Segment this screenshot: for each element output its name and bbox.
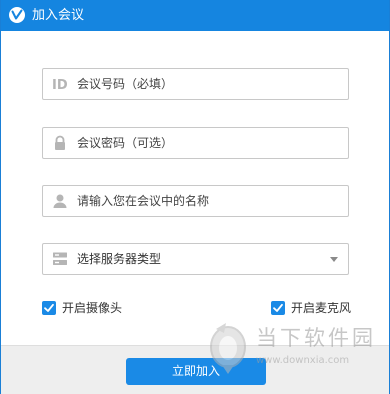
- camera-option[interactable]: 开启摄像头: [42, 301, 142, 317]
- title-bar[interactable]: 加入会议: [1, 0, 389, 31]
- watermark-url: www.downxia.com: [256, 355, 350, 366]
- svg-text:ID: ID: [52, 78, 68, 92]
- watermark-title: 当下软件园: [256, 326, 376, 350]
- app-logo-icon: [9, 7, 25, 23]
- microphone-label: 开启麦克风: [291, 301, 352, 315]
- id-icon: ID: [52, 78, 68, 92]
- meeting-id-field[interactable]: ID: [42, 68, 349, 100]
- microphone-option[interactable]: 开启麦克风: [271, 301, 361, 317]
- display-name-field[interactable]: [42, 185, 349, 217]
- lock-icon: [55, 135, 65, 150]
- camera-checkbox[interactable]: [42, 301, 56, 315]
- join-meeting-dialog: 加入会议 ID 选择服务器类型: [0, 0, 390, 394]
- display-name-input[interactable]: [77, 192, 337, 210]
- meeting-id-input[interactable]: [77, 75, 337, 93]
- password-field[interactable]: [42, 127, 349, 159]
- server-type-select[interactable]: 选择服务器类型: [42, 243, 349, 275]
- server-type-selected: 选择服务器类型: [77, 252, 162, 266]
- server-icon: [53, 252, 67, 265]
- checkmark-icon: [44, 303, 54, 312]
- window-title: 加入会议: [32, 8, 85, 23]
- microphone-checkbox[interactable]: [271, 301, 285, 315]
- checkmark-icon: [273, 303, 283, 312]
- password-input[interactable]: [77, 134, 337, 152]
- chevron-down-icon[interactable]: [330, 257, 338, 262]
- camera-label: 开启摄像头: [62, 301, 123, 315]
- watermark: 当下软件园 www.downxia.com: [204, 321, 384, 381]
- watermark-logo-icon: [210, 323, 246, 374]
- user-icon: [53, 194, 67, 208]
